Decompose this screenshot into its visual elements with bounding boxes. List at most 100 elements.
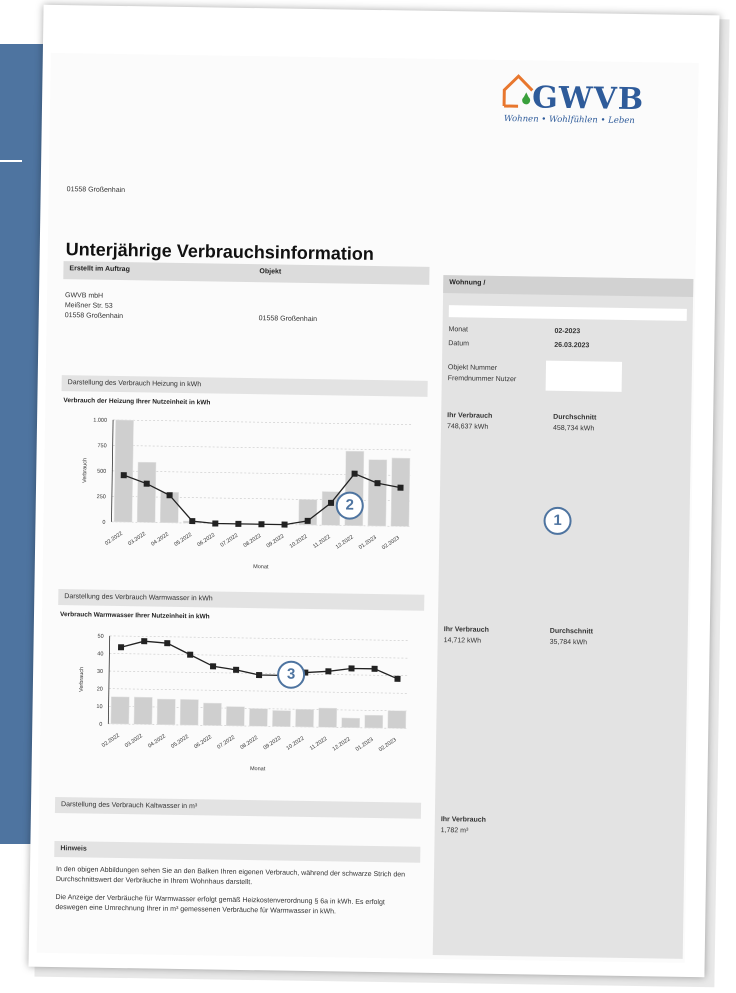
grid-line xyxy=(108,688,409,694)
average-point xyxy=(351,470,358,477)
heizung-avg-label: Durchschnitt xyxy=(553,413,597,422)
hinweis-header: Hinweis xyxy=(54,841,421,863)
bar xyxy=(318,707,338,728)
objekt-value: 01558 Großenhain xyxy=(258,315,318,324)
x-tick-label: 09.2022 xyxy=(266,533,286,549)
x-tick-label: 05.2022 xyxy=(173,532,193,548)
heizung-avg-value: 458,734 kWh xyxy=(552,424,595,433)
average-point xyxy=(143,480,150,487)
average-point xyxy=(233,666,240,673)
average-point xyxy=(325,668,332,675)
bar xyxy=(249,708,268,727)
y-axis-title: Verbrauch xyxy=(82,458,88,483)
datum-label: Datum xyxy=(448,340,470,348)
x-tick-label: 08.2022 xyxy=(243,533,263,549)
bar xyxy=(156,698,176,726)
grid-line xyxy=(113,419,414,425)
average-point xyxy=(281,521,288,528)
average-point xyxy=(304,517,311,524)
bar xyxy=(295,708,314,728)
average-point xyxy=(348,665,355,672)
y-tick-label: 250 xyxy=(97,494,106,500)
bar xyxy=(113,419,134,523)
warmwasser-chart: 0102030405002.2022 03.2022 04.2022 05.2022 0… xyxy=(79,634,410,772)
bar xyxy=(136,461,157,523)
y-tick-label: 10 xyxy=(96,704,102,710)
logo-tagline: Wohnen • Wohlfühlen • Leben xyxy=(503,113,635,127)
x-tick-label: 02.2023 xyxy=(381,535,401,551)
bar xyxy=(272,710,291,727)
kaltwasser-ihr-value: 1,782 m³ xyxy=(440,827,469,835)
x-tick-label: 05.2022 xyxy=(170,734,190,750)
summary-column: Wohnung / Monat 02-2023 Datum 26.03.2023… xyxy=(432,275,694,959)
bar xyxy=(110,696,130,725)
grid-line xyxy=(112,470,413,476)
average-point xyxy=(164,640,171,647)
objekt-label: Objekt xyxy=(259,268,282,276)
average-point xyxy=(374,480,381,487)
document-body: GWVB Wohnen • Wohlfühlen • Leben 01558 G… xyxy=(36,52,699,963)
y-tick-label: 0 xyxy=(99,722,102,728)
datum-value: 26.03.2023 xyxy=(554,341,590,350)
x-tick-label: 10.2022 xyxy=(286,736,306,752)
y-tick-label: 40 xyxy=(97,651,103,657)
bar xyxy=(390,457,411,527)
warmwasser-section-header: Darstellung des Verbrauch Warmwasser in … xyxy=(58,589,425,611)
recipient-address: 01558 Großenhain xyxy=(66,186,126,195)
x-tick-label: 12.2022 xyxy=(332,736,352,752)
wohnung-field xyxy=(448,305,687,321)
bar xyxy=(202,702,222,726)
y-tick-label: 500 xyxy=(97,469,106,475)
x-tick-label: 01.2023 xyxy=(358,535,378,551)
wohnung-header: Wohnung / xyxy=(443,275,694,297)
y-tick-label: 1.000 xyxy=(93,418,107,424)
y-tick-label: 30 xyxy=(97,669,103,675)
sender-address: GWVB mbH Meißner Str. 53 01558 Großenhai… xyxy=(65,291,124,322)
x-tick-label: 09.2022 xyxy=(262,735,282,751)
average-point xyxy=(120,472,127,479)
x-tick-label: 04.2022 xyxy=(150,531,170,547)
average-point xyxy=(258,521,265,528)
kaltwasser-section-header: Darstellung des Verbrauch Kaltwasser in … xyxy=(54,797,422,819)
warmwasser-ihr-value: 14,712 kWh xyxy=(443,637,482,645)
x-tick-label: 10.2022 xyxy=(289,534,309,550)
average-point xyxy=(189,518,196,525)
average-point xyxy=(210,663,217,670)
y-tick-label: 20 xyxy=(97,686,103,692)
x-tick-label: 06.2022 xyxy=(196,532,216,548)
bar xyxy=(364,714,384,729)
average-point xyxy=(235,520,242,527)
bar xyxy=(179,699,199,726)
x-tick-label: 03.2022 xyxy=(127,531,147,547)
monat-value: 02-2023 xyxy=(554,327,581,336)
bar xyxy=(225,706,245,727)
average-point xyxy=(394,675,401,682)
average-point xyxy=(327,499,335,506)
heizung-chart: 0 250 500 750 1.000 02.2022 03.2022 04.2022 05.2… xyxy=(82,418,414,570)
x-tick-label: 02.2022 xyxy=(101,733,121,749)
average-point xyxy=(141,638,148,645)
x-tick-label: 11.2022 xyxy=(312,534,331,550)
x-axis-title: Monat xyxy=(253,564,269,570)
average-point xyxy=(212,520,219,527)
heizung-chart-title: Verbrauch der Heizung Ihrer Nutzeinheit … xyxy=(63,397,211,407)
y-tick-label: 750 xyxy=(97,443,106,449)
kaltwasser-ihr-label: Ihr Verbrauch xyxy=(440,816,487,824)
bar xyxy=(341,717,360,729)
heizung-ihr-label: Ihr Verbrauch xyxy=(447,412,493,420)
grid-line xyxy=(109,653,410,659)
x-tick-label: 03.2022 xyxy=(124,733,144,749)
average-point xyxy=(371,665,378,672)
x-tick-label: 08.2022 xyxy=(239,735,259,751)
bar xyxy=(387,710,407,729)
document-sheet: GWVB Wohnen • Wohlfühlen • Leben 01558 G… xyxy=(28,4,720,978)
heizung-ihr-value: 748,637 kWh xyxy=(446,423,489,431)
y-tick-label: 0 xyxy=(102,520,105,526)
objekt-nummer-label: Objekt Nummer xyxy=(447,364,498,372)
grid-line xyxy=(112,445,413,451)
sender-line3: 01558 Großenhain xyxy=(64,312,124,321)
average-point xyxy=(166,492,173,499)
background-divider xyxy=(0,160,22,162)
hinweis-paragraph-1: In den obigen Abbildungen sehen Sie an d… xyxy=(55,866,406,887)
x-tick-label: 01.2023 xyxy=(355,737,375,753)
